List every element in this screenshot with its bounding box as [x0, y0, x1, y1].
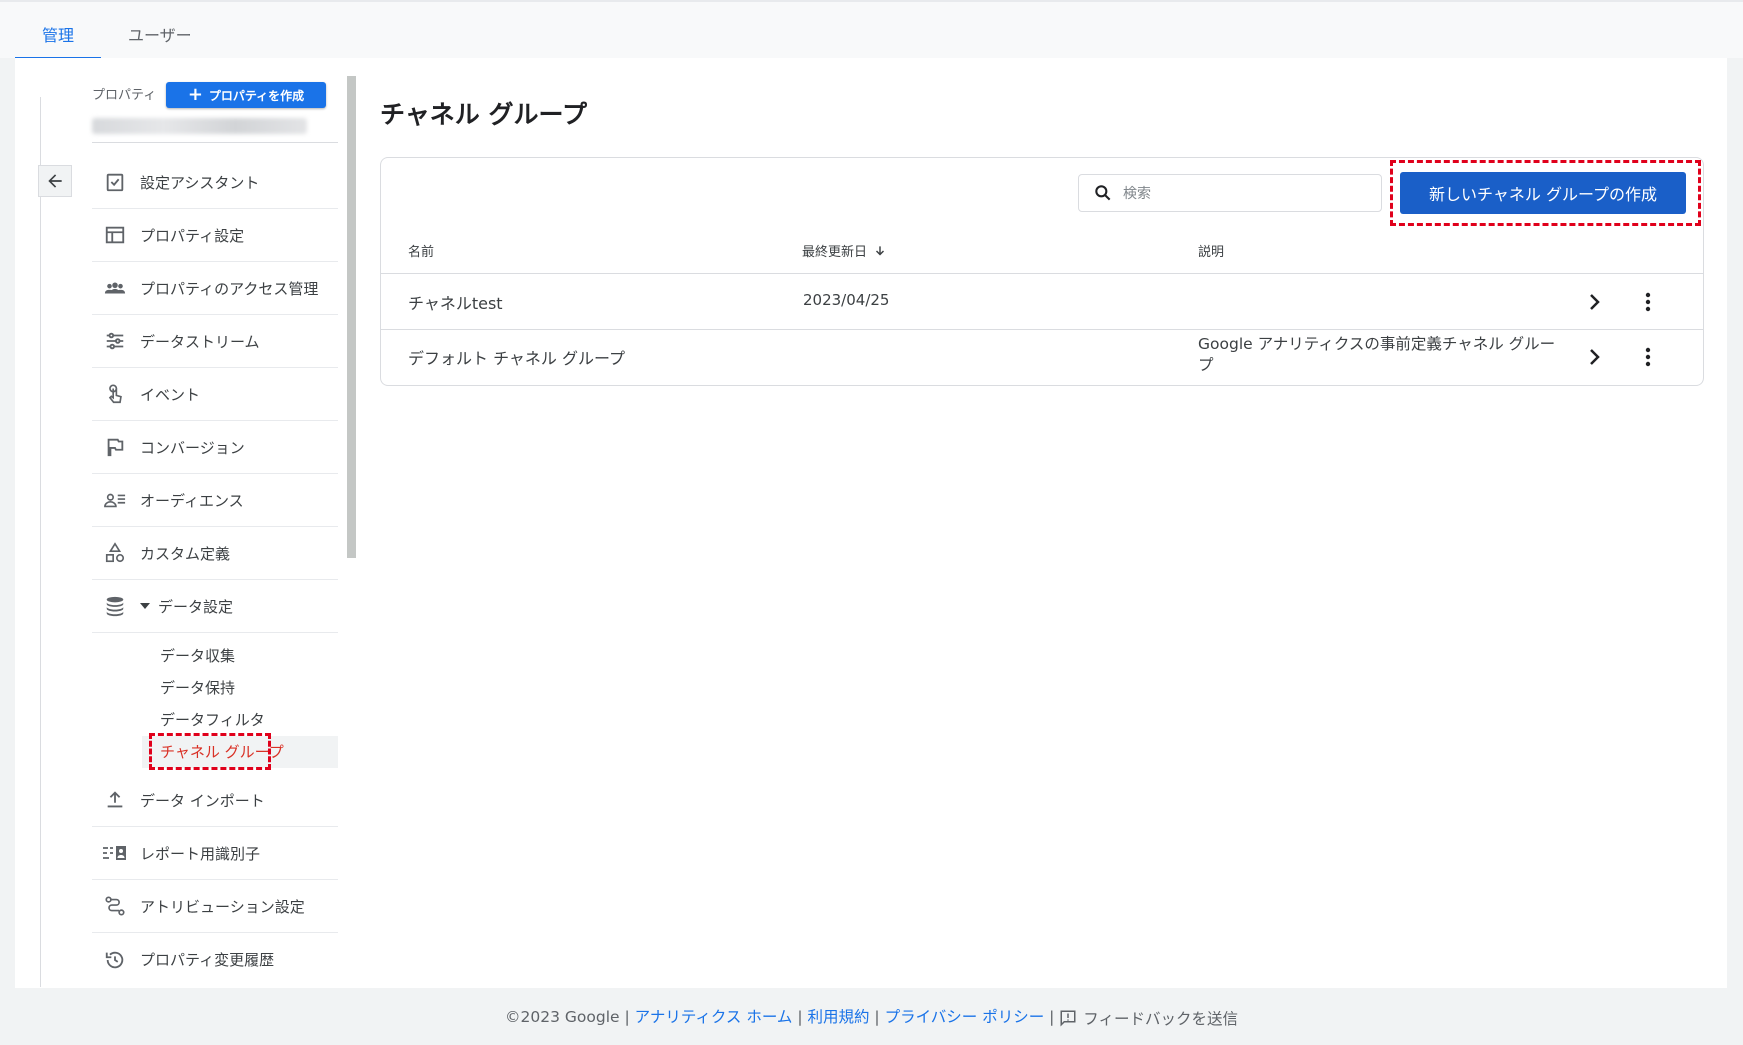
- checklist-icon: [102, 169, 128, 195]
- layout-icon: [102, 222, 128, 248]
- sidebar-item-label: データ インポート: [140, 791, 265, 810]
- sidebar-item-label: 設定アシスタント: [140, 173, 260, 192]
- sidebar-item-label: コンバージョン: [140, 438, 245, 457]
- feedback-label: フィードバックを送信: [1083, 1009, 1238, 1028]
- sidebar-subitem-data-collection[interactable]: データ収集: [160, 645, 235, 666]
- column-header-label: 説明: [1198, 245, 1225, 260]
- people-icon: [102, 275, 128, 301]
- divider: [381, 329, 1703, 330]
- sidebar-item-data-streams[interactable]: データストリーム: [92, 315, 338, 368]
- caret-down-icon: [140, 603, 150, 609]
- sidebar-item-custom-definitions[interactable]: カスタム定義: [92, 527, 338, 580]
- feedback-icon: [1060, 1010, 1076, 1027]
- sidebar-item-property-settings[interactable]: プロパティ設定: [92, 209, 338, 262]
- back-button[interactable]: [38, 165, 72, 197]
- sidebar-item-label: アトリビューション設定: [140, 897, 305, 916]
- left-rail-divider: [40, 97, 41, 987]
- privacy-link[interactable]: プライバシー ポリシー: [885, 1008, 1045, 1026]
- arrow-left-icon: [48, 174, 62, 188]
- sidebar-item-label: カスタム定義: [140, 544, 231, 563]
- search-icon: [1093, 183, 1113, 203]
- sidebar-item-label: プロパティ変更履歴: [140, 951, 275, 969]
- divider: [92, 142, 338, 143]
- sidebar-item-conversions[interactable]: コンバージョン: [92, 421, 338, 474]
- flag-icon: [102, 434, 128, 460]
- highlight-annotation: [149, 733, 271, 770]
- more-vert-icon[interactable]: [1638, 345, 1658, 369]
- tab-admin[interactable]: 管理: [42, 22, 74, 46]
- database-icon: [102, 593, 128, 619]
- attribution-icon: [102, 893, 128, 919]
- sidebar-subitem-data-filters[interactable]: データフィルタ: [160, 709, 265, 730]
- sidebar-item-data-settings[interactable]: データ設定: [92, 580, 338, 633]
- sidebar-item-audiences[interactable]: オーディエンス: [92, 474, 338, 527]
- audience-icon: [102, 487, 128, 513]
- arrow-down-icon: [876, 245, 885, 256]
- sidebar-item-label: オーディエンス: [140, 491, 244, 510]
- sidebar-item-events[interactable]: イベント: [92, 368, 338, 421]
- sidebar-item-label: プロパティのアクセス管理: [140, 279, 319, 298]
- sidebar-item-attribution-settings[interactable]: アトリビューション設定: [92, 880, 338, 933]
- identifier-icon: [102, 840, 128, 866]
- shapes-icon: [102, 540, 128, 566]
- sidebar-item-label: レポート用識別子: [140, 844, 261, 863]
- property-selector-blurred[interactable]: [92, 118, 307, 134]
- chevron-right-icon[interactable]: [1585, 345, 1605, 369]
- page-title: チャネル グループ: [380, 100, 587, 129]
- search-placeholder: 検索: [1123, 186, 1151, 202]
- send-feedback-link[interactable]: フィードバックを送信: [1059, 1007, 1238, 1029]
- sidebar-item-label: プロパティ設定: [140, 226, 245, 245]
- search-input[interactable]: 検索: [1078, 174, 1382, 212]
- analytics-home-link[interactable]: アナリティクス ホーム: [635, 1008, 793, 1026]
- terms-link[interactable]: 利用規約: [807, 1008, 869, 1026]
- sidebar-item-label: データ設定: [158, 597, 234, 616]
- sidebar-item-data-import[interactable]: データ インポート: [92, 774, 338, 827]
- row-description: Google アナリティクスの事前定義チャネル グループ: [1198, 335, 1556, 374]
- column-header-description[interactable]: 説明: [1198, 241, 1224, 260]
- column-header-name[interactable]: 名前: [408, 241, 434, 260]
- column-header-updated[interactable]: 最終更新日: [802, 241, 887, 260]
- sidebar-subitem-data-retention[interactable]: データ保持: [160, 677, 235, 698]
- row-name[interactable]: チャネルtest: [408, 290, 503, 314]
- sidebar-item-label: データストリーム: [140, 332, 260, 351]
- plus-icon: +: [187, 84, 203, 105]
- create-property-label: プロパティを作成: [208, 88, 305, 103]
- row-updated: 2023/04/25: [803, 291, 890, 309]
- chevron-right-icon[interactable]: [1585, 290, 1605, 314]
- property-label: プロパティ: [92, 88, 157, 103]
- upload-icon: [102, 787, 128, 813]
- history-icon: [102, 947, 128, 973]
- sidebar-item-access-management[interactable]: プロパティのアクセス管理: [92, 262, 338, 315]
- row-name[interactable]: デフォルト チャネル グループ: [408, 345, 625, 369]
- footer: ©2023 Google | アナリティクス ホーム | 利用規約 | プライバ…: [505, 1007, 1238, 1029]
- tab-user[interactable]: ユーザー: [128, 22, 192, 46]
- sidebar-item-label: イベント: [140, 385, 201, 404]
- column-header-label: 最終更新日: [802, 245, 868, 260]
- sidebar-item-setup-assistant[interactable]: 設定アシスタント: [92, 156, 338, 209]
- top-tab-bar: 管理 ユーザー: [0, 0, 1743, 60]
- sidebar-scrollbar[interactable]: [347, 76, 356, 558]
- more-vert-icon[interactable]: [1638, 290, 1658, 314]
- highlight-annotation: [1390, 160, 1701, 226]
- sidebar-item-reporting-identity[interactable]: レポート用識別子: [92, 827, 338, 880]
- touch-icon: [102, 381, 128, 407]
- copyright: ©2023 Google: [505, 1008, 620, 1026]
- column-header-label: 名前: [408, 245, 435, 260]
- divider: [381, 273, 1703, 274]
- stream-icon: [102, 328, 128, 354]
- sidebar-item-change-history[interactable]: プロパティ変更履歴: [92, 933, 338, 986]
- create-property-button[interactable]: + プロパティを作成: [166, 82, 326, 108]
